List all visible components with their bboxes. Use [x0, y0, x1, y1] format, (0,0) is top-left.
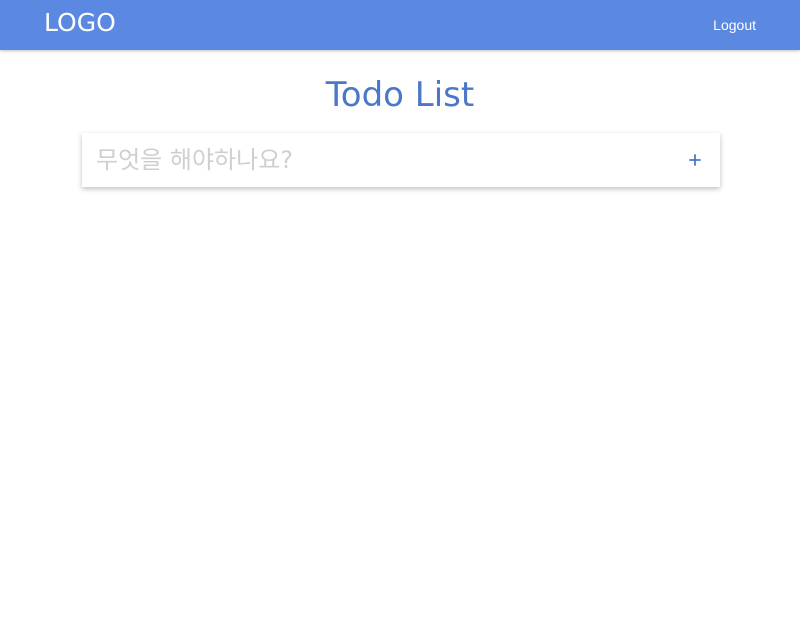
todo-input[interactable]: [96, 142, 656, 178]
todo-input-card: [82, 133, 720, 187]
plus-icon: [689, 154, 701, 166]
logo[interactable]: LOGO: [44, 8, 116, 38]
top-navbar: LOGO Logout: [0, 0, 800, 50]
add-todo-button[interactable]: [684, 148, 706, 172]
todo-app: LOGO Logout Todo List: [0, 0, 800, 634]
logout-button[interactable]: Logout: [713, 16, 756, 34]
page-title: Todo List: [325, 75, 475, 115]
